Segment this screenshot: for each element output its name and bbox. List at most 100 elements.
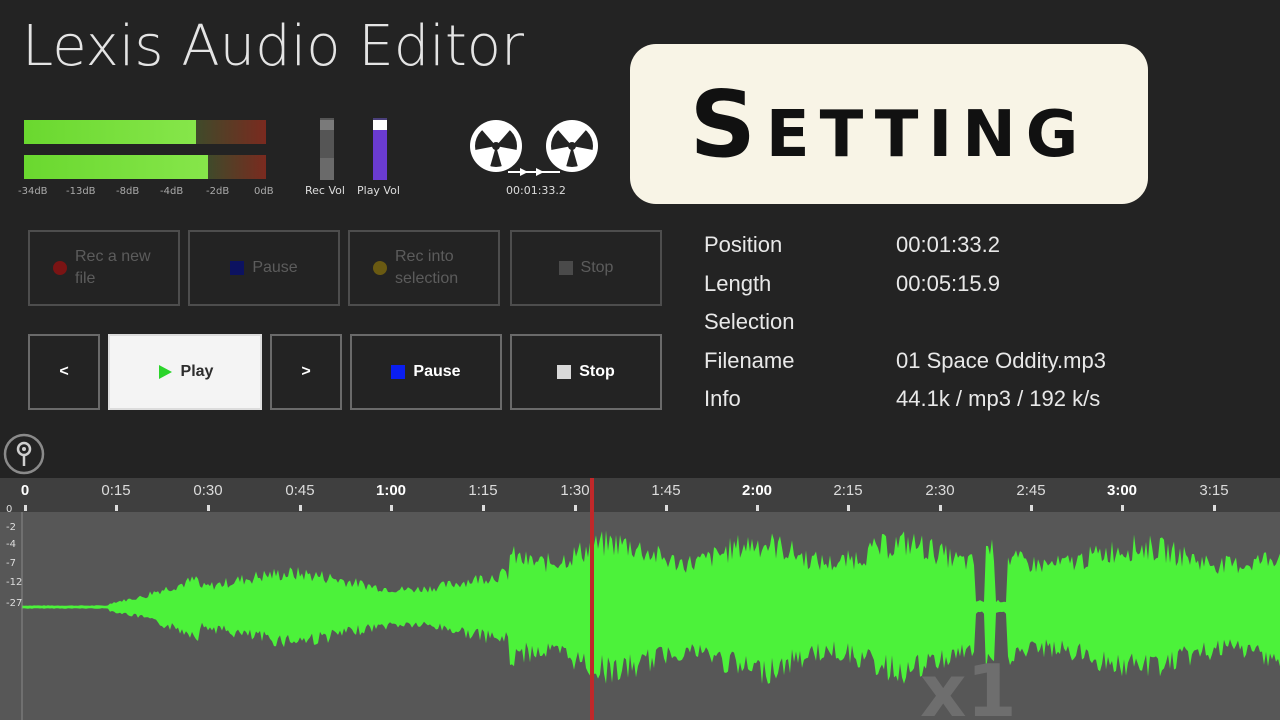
tick-mark	[1121, 505, 1124, 511]
waveform-view[interactable]: x1 0 -2 -4 -7 -12 -27	[0, 504, 1280, 720]
tick-mark	[574, 505, 577, 511]
rec-volume-fill	[320, 158, 334, 180]
position-label: Position	[704, 232, 783, 257]
tape-reels-icon	[470, 120, 598, 176]
stop-label: Stop	[579, 363, 615, 380]
reel-left-icon	[470, 120, 522, 172]
next-button[interactable]: >	[270, 334, 342, 410]
rec-pause-label: Pause	[252, 259, 298, 276]
db-axis-label: -12	[6, 577, 23, 588]
tick-mark	[1213, 505, 1216, 511]
db-scale-label: 0dB	[254, 186, 274, 197]
meter-fill	[24, 120, 196, 144]
timeline-tick: 2:00	[741, 482, 773, 499]
selection-label: Selection	[704, 309, 795, 334]
rec-new-file-button[interactable]: Rec a new file	[28, 230, 180, 306]
db-scale-label: -2dB	[206, 186, 230, 197]
rec-stop-label: Stop	[580, 259, 614, 276]
db-scale-label: -13dB	[66, 186, 96, 197]
play-volume-knob[interactable]	[373, 120, 387, 130]
level-meter-left	[24, 120, 266, 144]
timeline-tick: 2:15	[833, 482, 863, 499]
play-label: Play	[180, 363, 214, 380]
tick-mark	[665, 505, 668, 511]
playhead[interactable]	[590, 478, 594, 720]
pause-button[interactable]: Pause	[350, 334, 502, 410]
timeline-tick: 0:15	[101, 482, 131, 499]
marker-pin-icon[interactable]	[3, 433, 45, 475]
meter-db-scale: -34dB -13dB -8dB -4dB -2dB 0dB	[18, 186, 278, 200]
waveform: x1	[21, 512, 1280, 720]
rec-into-selection-button[interactable]: Rec into selection	[348, 230, 500, 306]
tick-mark	[207, 505, 210, 511]
play-volume-fill	[373, 128, 387, 180]
length-value: 00:05:15.9	[896, 271, 1000, 296]
db-axis-label: -4	[6, 539, 16, 550]
db-axis-label: -7	[6, 558, 16, 569]
reel-right-icon	[546, 120, 598, 172]
length-label: Length	[704, 271, 772, 296]
rec-stop-button[interactable]: Stop	[510, 230, 662, 306]
tick-mark	[482, 505, 485, 511]
timeline-tick: 3:15	[1199, 482, 1229, 499]
rec-volume-label: Rec Vol	[305, 184, 345, 197]
prev-button[interactable]: <	[28, 334, 100, 410]
play-icon	[158, 365, 172, 379]
meter-fill	[24, 155, 208, 179]
stop-square-icon	[558, 261, 573, 275]
tick-mark	[115, 505, 118, 511]
rec-volume-slider[interactable]	[320, 118, 334, 180]
tick-mark	[1030, 505, 1033, 511]
record-dot-icon	[373, 261, 387, 275]
info-value: 44.1k / mp3 / 192 k/s	[896, 386, 1101, 411]
app-title: Lexis Audio Editor	[22, 14, 525, 79]
timeline-tick: 3:00	[1106, 482, 1138, 499]
db-scale-label: -4dB	[160, 186, 184, 197]
stop-button[interactable]: Stop	[510, 334, 662, 410]
db-axis-label: -27	[6, 598, 23, 609]
tick-mark	[939, 505, 942, 511]
play-volume-label: Play Vol	[357, 184, 400, 197]
db-axis-label: 0	[6, 504, 13, 515]
setting-banner: Setting	[630, 44, 1148, 204]
tick-mark	[24, 505, 27, 511]
tick-mark	[756, 505, 759, 511]
filename-value: 01 Space Oddity.mp3	[896, 348, 1106, 373]
play-volume-slider[interactable]	[373, 118, 387, 180]
timeline-tick: 2:30	[925, 482, 955, 499]
rec-pause-button[interactable]: Pause	[188, 230, 340, 306]
meter-rest	[196, 120, 266, 144]
tick-mark	[847, 505, 850, 511]
timeline-tick: 2:45	[1016, 482, 1046, 499]
banner-text: Setting	[689, 70, 1089, 178]
position-value: 00:01:33.2	[896, 232, 1000, 257]
db-scale-label: -34dB	[18, 186, 48, 197]
db-axis-label: -2	[6, 522, 16, 533]
timeline-tick: 0	[20, 482, 30, 499]
pause-square-icon	[391, 365, 406, 379]
level-meter-right	[24, 155, 266, 179]
timeline-ruler[interactable]: 0 0:15 0:30 0:45 1:00 1:15 1:30 1:45 2:0…	[0, 478, 1280, 512]
prev-label: <	[59, 363, 69, 380]
timeline-tick: 1:30	[560, 482, 590, 499]
stop-square-icon	[557, 365, 572, 379]
info-label: Info	[704, 386, 741, 411]
record-dot-icon	[53, 261, 67, 275]
timeline-tick: 1:00	[375, 482, 407, 499]
rec-into-selection-label: Rec into selection	[395, 248, 459, 287]
db-scale-label: -8dB	[116, 186, 140, 197]
next-label: >	[301, 363, 311, 380]
rec-volume-knob[interactable]	[320, 120, 334, 130]
timeline-tick: 0:30	[193, 482, 223, 499]
meter-rest	[208, 155, 266, 179]
tape-time: 00:01:33.2	[506, 184, 566, 197]
timeline-tick: 0:45	[285, 482, 315, 499]
tick-mark	[390, 505, 393, 511]
rec-new-file-label: Rec a new file	[75, 248, 151, 287]
pause-label: Pause	[413, 363, 461, 380]
play-button[interactable]: Play	[108, 334, 262, 410]
tick-mark	[299, 505, 302, 511]
filename-label: Filename	[704, 348, 795, 373]
pause-square-icon	[230, 261, 245, 275]
waveform-shape	[22, 530, 1280, 684]
